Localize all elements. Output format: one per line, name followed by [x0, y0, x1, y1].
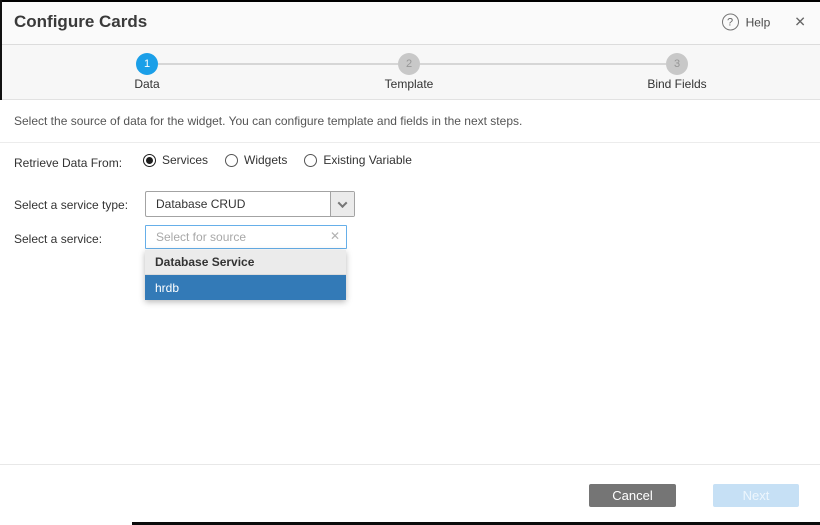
dropdown-option-hrdb[interactable]: hrdb: [145, 275, 346, 300]
dropdown-group-header: Database Service: [145, 250, 346, 275]
wizard-step-content: Retrieve Data From: Services Widgets Exi…: [0, 143, 820, 461]
screenshot-left-edge: [0, 0, 2, 100]
radio-widgets-label: Widgets: [244, 153, 287, 167]
clear-icon[interactable]: ✕: [330, 230, 340, 242]
step-3-indicator[interactable]: 3: [666, 53, 688, 75]
dialog-footer: Cancel Next: [0, 464, 820, 525]
header-actions: ? Help ✕: [722, 14, 810, 31]
select-arrow-box[interactable]: [330, 192, 354, 216]
radio-widgets[interactable]: Widgets: [225, 153, 287, 167]
radio-services[interactable]: Services: [143, 153, 208, 167]
help-button[interactable]: Help: [746, 15, 771, 29]
step-1-label: Data: [134, 77, 159, 91]
service-type-label: Select a service type:: [14, 198, 128, 212]
radio-services-circle: [143, 154, 156, 167]
step-2-indicator[interactable]: 2: [398, 53, 420, 75]
cancel-button[interactable]: Cancel: [589, 484, 676, 507]
stepper-connector-2: [420, 63, 666, 65]
help-icon[interactable]: ?: [722, 14, 739, 31]
radio-widgets-circle: [225, 154, 238, 167]
next-button[interactable]: Next: [713, 484, 799, 507]
step-2-label: Template: [385, 77, 434, 91]
service-search-input[interactable]: [145, 225, 347, 249]
radio-services-label: Services: [162, 153, 208, 167]
retrieve-data-from-radio-group: Services Widgets Existing Variable: [143, 153, 412, 167]
step-3-label: Bind Fields: [647, 77, 706, 91]
retrieve-data-from-label: Retrieve Data From:: [14, 156, 122, 170]
screenshot-top-edge: [0, 0, 820, 2]
close-icon[interactable]: ✕: [790, 14, 810, 31]
chevron-down-icon: [338, 198, 348, 208]
stepper-connector-1: [158, 63, 398, 65]
service-type-select[interactable]: Database CRUD: [145, 191, 355, 217]
radio-existing-variable-label: Existing Variable: [323, 153, 412, 167]
radio-existing-variable[interactable]: Existing Variable: [304, 153, 412, 167]
description-bar: Select the source of data for the widget…: [0, 100, 820, 143]
service-label: Select a service:: [14, 232, 102, 246]
service-type-selected-value: Database CRUD: [156, 197, 245, 211]
wizard-stepper: 1 Data 2 Template 3 Bind Fields: [0, 45, 820, 100]
service-dropdown: Database Service hrdb: [145, 250, 346, 300]
radio-existing-variable-circle: [304, 154, 317, 167]
step-1-indicator[interactable]: 1: [136, 53, 158, 75]
page-title: Configure Cards: [14, 12, 147, 32]
description-text: Select the source of data for the widget…: [14, 114, 522, 128]
dialog-header: Configure Cards ? Help ✕: [0, 0, 820, 45]
